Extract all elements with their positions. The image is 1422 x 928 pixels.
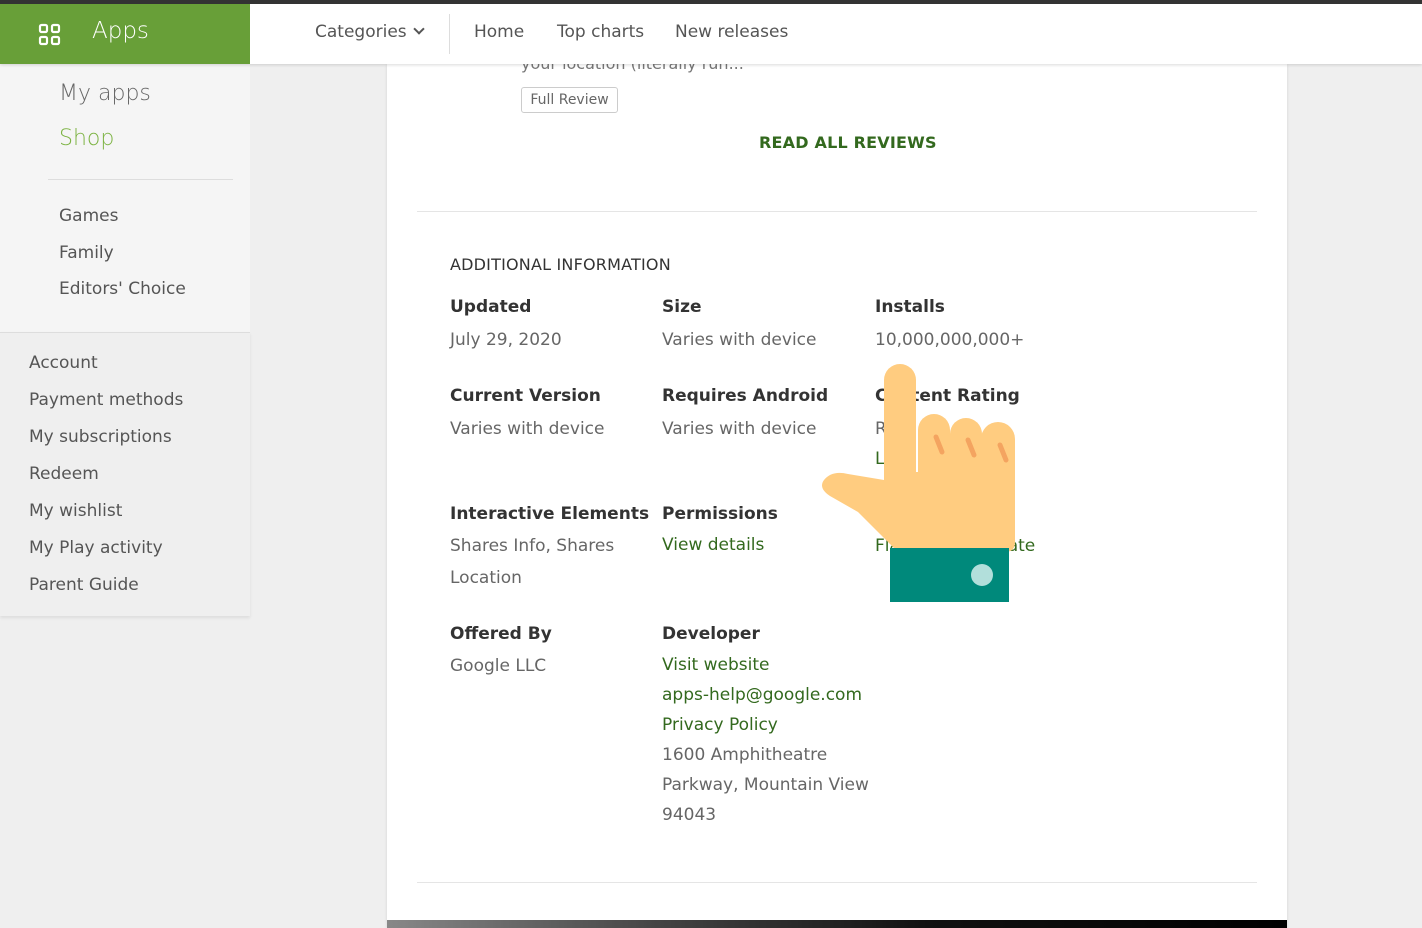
developer-website-link[interactable]: Visit website: [662, 650, 770, 680]
full-review-button[interactable]: Full Review: [521, 87, 618, 113]
sidebar-item-redeem[interactable]: Redeem: [29, 464, 99, 484]
installs-label: Installs: [875, 297, 945, 317]
sidebar-item-payment-methods[interactable]: Payment methods: [29, 390, 183, 410]
permissions-label: Permissions: [662, 504, 778, 524]
categories-menu[interactable]: Categories: [315, 22, 425, 42]
offered-by-label: Offered By: [450, 624, 552, 644]
sidebar-item-account[interactable]: Account: [29, 353, 98, 373]
developer-label: Developer: [662, 624, 760, 644]
developer-address-line-3: 94043: [662, 805, 717, 825]
developer-address-line-1: 1600 Amphitheatre: [662, 745, 828, 765]
sidebar-item-wishlist[interactable]: My wishlist: [29, 501, 122, 521]
section-divider: [417, 211, 1257, 212]
current-version-label: Current Version: [450, 386, 601, 406]
installs-value: 10,000,000,000+: [875, 330, 1025, 350]
developer-privacy-link[interactable]: Privacy Policy: [662, 710, 778, 740]
apps-label: Apps: [92, 18, 149, 44]
nav-divider: [449, 14, 450, 54]
categories-label: Categories: [315, 22, 407, 42]
nav-new-releases[interactable]: New releases: [675, 22, 788, 42]
section-divider-bottom: [417, 882, 1257, 883]
sidebar-item-subscriptions[interactable]: My subscriptions: [29, 427, 172, 447]
current-version-value: Varies with device: [450, 419, 605, 439]
apps-grid-icon: [38, 23, 61, 46]
interactive-elements-label: Interactive Elements: [450, 504, 650, 524]
requires-android-value: Varies with device: [662, 419, 817, 439]
read-all-reviews-link[interactable]: READ ALL REVIEWS: [759, 133, 937, 152]
developer-email-link[interactable]: apps-help@google.com: [662, 680, 862, 710]
sidebar-shop[interactable]: Shop: [59, 126, 114, 151]
top-stripe: [0, 0, 1422, 4]
sidebar-item-editors-choice[interactable]: Editors' Choice: [59, 279, 186, 299]
updated-value: July 29, 2020: [450, 330, 562, 350]
developer-address-line-2: Parkway, Mountain View: [662, 775, 869, 795]
header-bar: Apps Categories Home Top charts New rele…: [0, 4, 1422, 64]
additional-info-title: ADDITIONAL INFORMATION: [450, 255, 671, 274]
pointing-hand-icon: [822, 364, 1015, 602]
interactive-elements-value-2: Location: [450, 568, 522, 588]
sidebar-item-family[interactable]: Family: [59, 243, 114, 263]
sidebar-item-play-activity[interactable]: My Play activity: [29, 538, 163, 558]
updated-label: Updated: [450, 297, 532, 317]
nav-home[interactable]: Home: [474, 22, 524, 42]
sidebar-primary: My apps Shop Games Family Editors' Choic…: [0, 64, 250, 332]
apps-tab[interactable]: Apps: [0, 4, 250, 64]
sidebar-account: Account Payment methods My subscriptions…: [0, 332, 250, 616]
sidebar-divider: [48, 179, 233, 180]
nav-top-charts[interactable]: Top charts: [557, 22, 644, 42]
permissions-view-details-link[interactable]: View details: [662, 530, 764, 560]
size-label: Size: [662, 297, 702, 317]
sidebar-my-apps[interactable]: My apps: [59, 81, 151, 106]
requires-android-label: Requires Android: [662, 386, 829, 406]
size-value: Varies with device: [662, 330, 817, 350]
sidebar-item-games[interactable]: Games: [59, 206, 118, 226]
sidebar-item-parent-guide[interactable]: Parent Guide: [29, 575, 139, 595]
chevron-down-icon: [412, 23, 425, 35]
offered-by-value: Google LLC: [450, 656, 547, 676]
bottom-media-strip: [387, 920, 1287, 928]
interactive-elements-value-1: Shares Info, Shares: [450, 536, 615, 556]
